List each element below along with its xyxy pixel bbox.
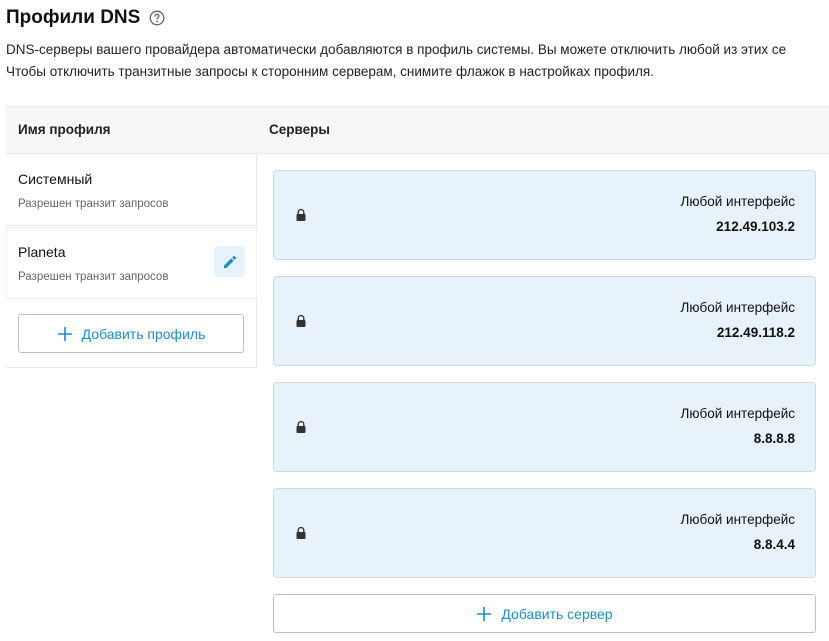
plus-icon — [477, 606, 492, 621]
pencil-icon — [223, 255, 236, 268]
server-ip: 212.49.118.2 — [716, 325, 795, 340]
table-header: Имя профиля Серверы — [6, 106, 829, 154]
server-interface: Любой интерфейс — [680, 512, 795, 527]
description-line-2: Чтобы отключить транзитные запросы к сто… — [6, 64, 654, 79]
page-description: DNS-серверы вашего провайдера автоматиче… — [6, 39, 829, 83]
add-profile-button[interactable]: Добавить профиль — [18, 314, 244, 353]
profile-subtitle: Разрешен транзит запросов — [18, 271, 169, 283]
server-ip: 212.49.103.2 — [716, 219, 795, 234]
server-card[interactable]: Любой интерфейс 212.49.103.2 — [273, 170, 816, 260]
server-ip: 8.8.8.8 — [753, 431, 795, 446]
page-title: Профили DNS — [6, 7, 141, 28]
lock-icon — [296, 526, 306, 539]
column-header-profile: Имя профиля — [18, 122, 111, 137]
profile-item-planeta[interactable]: Planeta Разрешен транзит запросов — [6, 227, 257, 299]
server-card[interactable]: Любой интерфейс 8.8.8.8 — [273, 382, 816, 472]
lock-icon — [296, 314, 306, 327]
server-interface: Любой интерфейс — [680, 300, 795, 315]
add-server-button[interactable]: Добавить сервер — [273, 594, 816, 633]
server-interface: Любой интерфейс — [680, 194, 795, 209]
add-server-label: Добавить сервер — [501, 605, 613, 622]
lock-icon — [296, 420, 306, 433]
server-card[interactable]: Любой интерфейс 8.8.4.4 — [273, 488, 816, 578]
profile-list: Системный Разрешен транзит запросов Plan… — [6, 154, 257, 368]
profile-subtitle: Разрешен транзит запросов — [18, 198, 169, 210]
lock-icon — [296, 208, 306, 221]
server-interface: Любой интерфейс — [680, 406, 795, 421]
column-header-servers: Серверы — [269, 122, 330, 137]
profile-name: Planeta — [18, 244, 66, 260]
plus-icon — [57, 326, 72, 341]
description-line-1: DNS-серверы вашего провайдера автоматиче… — [6, 42, 787, 57]
add-profile-label: Добавить профиль — [81, 325, 206, 342]
profile-name: Системный — [18, 171, 93, 187]
server-card[interactable]: Любой интерфейс 212.49.118.2 — [273, 276, 816, 366]
profile-item-system[interactable]: Системный Разрешен транзит запросов — [6, 154, 257, 226]
server-ip: 8.8.4.4 — [753, 537, 795, 552]
edit-profile-button[interactable] — [214, 246, 245, 277]
page-title-row: Профили DNS — [6, 6, 165, 30]
help-icon[interactable] — [149, 10, 165, 26]
